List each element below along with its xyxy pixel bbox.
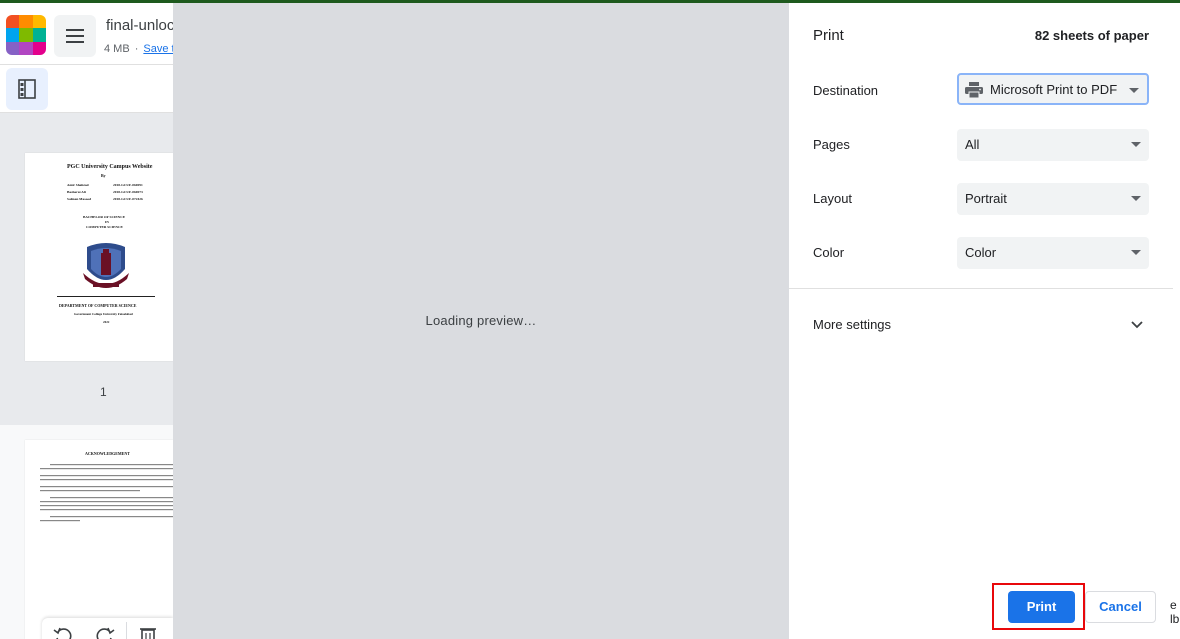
print-title: Print xyxy=(813,27,844,44)
rotate-left-icon[interactable] xyxy=(52,624,74,639)
highlight-box xyxy=(992,583,1085,630)
thumb-title: PGC University Campus Website xyxy=(67,164,153,170)
right-edge-strip xyxy=(1173,3,1180,639)
thumb-degree-line: BACHELOR OF SCIENCE xyxy=(83,215,126,219)
sheet-count: 82 sheets of paper xyxy=(1034,28,1149,43)
layout-select[interactable]: Portrait xyxy=(957,183,1149,215)
thumb-heading: ACKNOWLEDGEMENT xyxy=(85,451,130,456)
destination-select[interactable]: Microsoft Print to PDF xyxy=(957,73,1149,105)
color-select[interactable]: Color xyxy=(957,237,1149,269)
logo-tile xyxy=(19,15,33,29)
save-link[interactable]: Save t xyxy=(143,43,174,55)
thumb-author-name: Basharat Ali xyxy=(67,190,86,194)
destination-value: Microsoft Print to PDF xyxy=(990,82,1118,97)
thumb-department: DEPARTMENT OF COMPUTER SCIENCE xyxy=(59,303,137,308)
page-tools-bar xyxy=(42,618,173,639)
chevron-down-icon[interactable] xyxy=(1131,321,1143,329)
sidebar-icon xyxy=(18,79,36,99)
thumb-degree-line: COMPUTER SCIENCE xyxy=(86,225,123,229)
logo-tile xyxy=(6,15,20,29)
print-preview-area: Loading preview… xyxy=(173,3,789,639)
thumb-author-id: 2018-GCUF-066973 xyxy=(113,190,143,194)
thumb-author-name: Amir Shahzad xyxy=(67,183,89,187)
cancel-button[interactable]: Cancel xyxy=(1085,591,1156,623)
tools-divider xyxy=(126,622,127,639)
page-number-label: 1 xyxy=(100,385,107,399)
hamburger-icon xyxy=(66,29,84,43)
printer-icon xyxy=(965,82,983,98)
chevron-down-icon xyxy=(1131,250,1141,255)
right-edge-clipped-text: e lb xyxy=(1170,598,1179,626)
chevron-down-icon xyxy=(1131,196,1141,201)
pages-label: Pages xyxy=(813,137,850,152)
pages-select[interactable]: All xyxy=(957,129,1149,161)
destination-label: Destination xyxy=(813,83,879,98)
logo-tile xyxy=(32,15,46,29)
rotate-right-icon[interactable] xyxy=(94,624,116,639)
chevron-down-icon xyxy=(1131,142,1141,147)
color-label: Color xyxy=(813,245,845,260)
thumb-text-lines xyxy=(40,464,173,522)
logo-tile xyxy=(19,41,33,55)
delete-icon[interactable] xyxy=(137,624,159,639)
clipped-text-line: e xyxy=(1170,598,1177,612)
file-size: 4 MB xyxy=(104,43,130,55)
layout-label: Layout xyxy=(813,191,853,206)
thumb-rule xyxy=(57,296,155,297)
university-seal-icon xyxy=(83,243,129,288)
thumb-author-id: 2018-GCUF-066991 xyxy=(113,183,143,187)
color-value: Color xyxy=(965,245,997,260)
layout-value: Portrait xyxy=(965,191,1007,206)
logo-tile xyxy=(6,28,20,42)
logo-tile xyxy=(32,28,46,42)
thumbnails-panel: PGC University Campus Website By Amir Sh… xyxy=(0,113,173,639)
file-name: final-unloc xyxy=(106,17,175,34)
logo-tile xyxy=(19,28,33,42)
logo-tile xyxy=(6,41,20,55)
pages-value: All xyxy=(965,137,980,152)
chevron-down-icon xyxy=(1129,88,1139,93)
print-settings-panel: Print 82 sheets of paper Destination Mic… xyxy=(789,3,1173,639)
logo-tile xyxy=(32,41,46,55)
thumb-year: 2022 xyxy=(103,320,110,324)
thumb-by: By xyxy=(101,173,106,178)
thumb-author-id: 2018-GCUF-072426 xyxy=(113,197,143,201)
thumb-university: Government College University Faisalabad xyxy=(74,312,133,316)
more-settings-toggle[interactable]: More settings xyxy=(813,317,891,332)
meta-separator: · xyxy=(134,43,139,55)
app-logo-icon[interactable] xyxy=(6,15,46,55)
page-thumbnail-2[interactable]: ACKNOWLEDGEMENT xyxy=(25,440,173,639)
preview-loading-text: Loading preview… xyxy=(425,313,537,328)
sidebar-toggle-button[interactable] xyxy=(6,68,48,110)
file-meta: 4 MB · Save t xyxy=(104,43,175,55)
thumb-degree-line: IN xyxy=(105,220,109,224)
thumb-author-name: Salman Masood xyxy=(67,197,92,201)
settings-divider xyxy=(789,288,1173,289)
menu-button[interactable] xyxy=(54,15,96,57)
page-thumbnail-1[interactable]: PGC University Campus Website By Amir Sh… xyxy=(25,153,173,361)
clipped-text-line: lb xyxy=(1170,612,1180,626)
